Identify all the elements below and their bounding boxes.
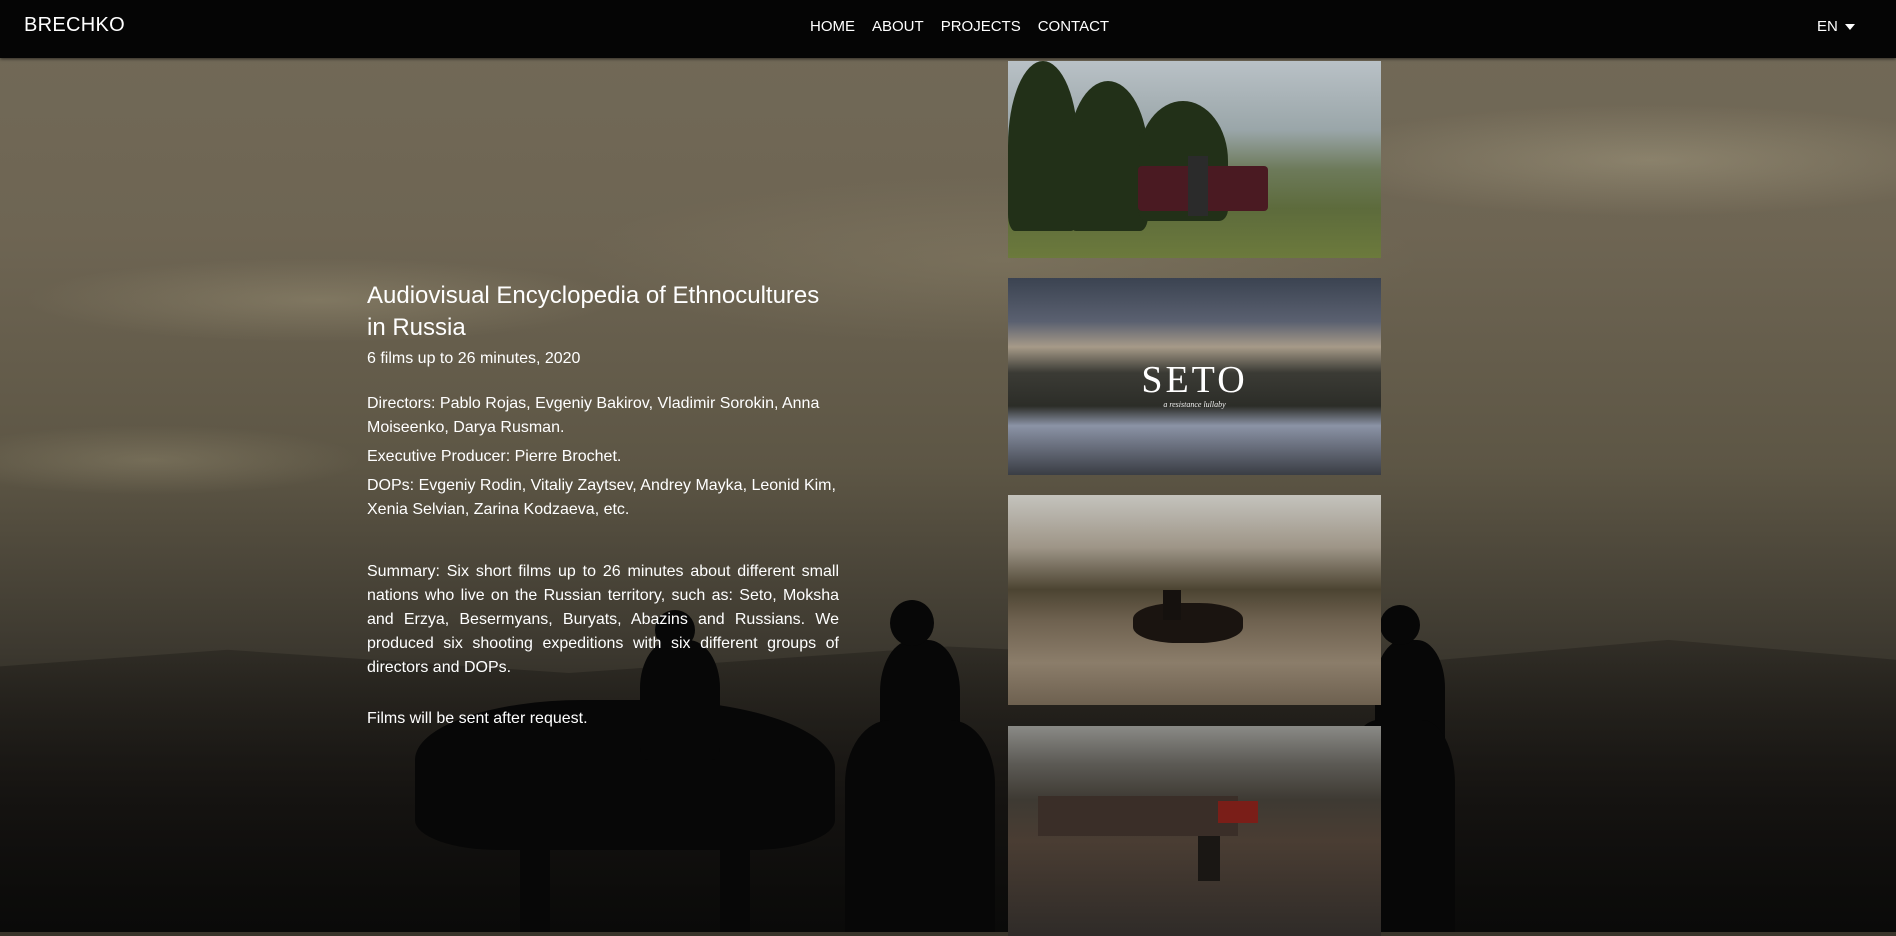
nav-home[interactable]: HOME [810,18,855,35]
top-navbar: BRECHKO HOME ABOUT PROJECTS CONTACT EN [0,0,1896,58]
seto-subtitle: a resistance lullaby [1163,400,1226,409]
project-info: Audiovisual Encyclopedia of Ethnoculture… [367,280,839,728]
nav-projects[interactable]: PROJECTS [941,18,1021,35]
project-note: Films will be sent after request. [367,710,588,727]
nav-about[interactable]: ABOUT [872,18,924,35]
seto-title: SETO [1141,359,1248,401]
project-subtitle: 6 films up to 26 minutes, 2020 [367,350,581,367]
brand-logo[interactable]: BRECHKO [24,14,125,37]
thumbnail-choir[interactable] [1008,61,1381,258]
nav-contact[interactable]: CONTACT [1038,18,1109,35]
main-nav: HOME ABOUT PROJECTS CONTACT [810,18,1126,35]
thumbnail-village[interactable] [1008,726,1381,936]
language-selector[interactable]: EN [1817,18,1855,35]
project-producer: Executive Producer: Pierre Brochet. [367,448,622,465]
thumbnail-seto[interactable]: SETO a resistance lullaby [1008,278,1381,475]
language-label: EN [1817,18,1838,35]
project-dops: DOPs: Evgeniy Rodin, Vitaliy Zaytsev, An… [367,477,836,518]
project-directors: Directors: Pablo Rojas, Evgeniy Bakirov,… [367,395,820,436]
thumbnail-horse-rider[interactable] [1008,495,1381,705]
project-summary: Summary: Six short films up to 26 minute… [367,563,839,676]
chevron-down-icon [1844,23,1855,30]
project-title: Audiovisual Encyclopedia of Ethnoculture… [367,282,820,341]
